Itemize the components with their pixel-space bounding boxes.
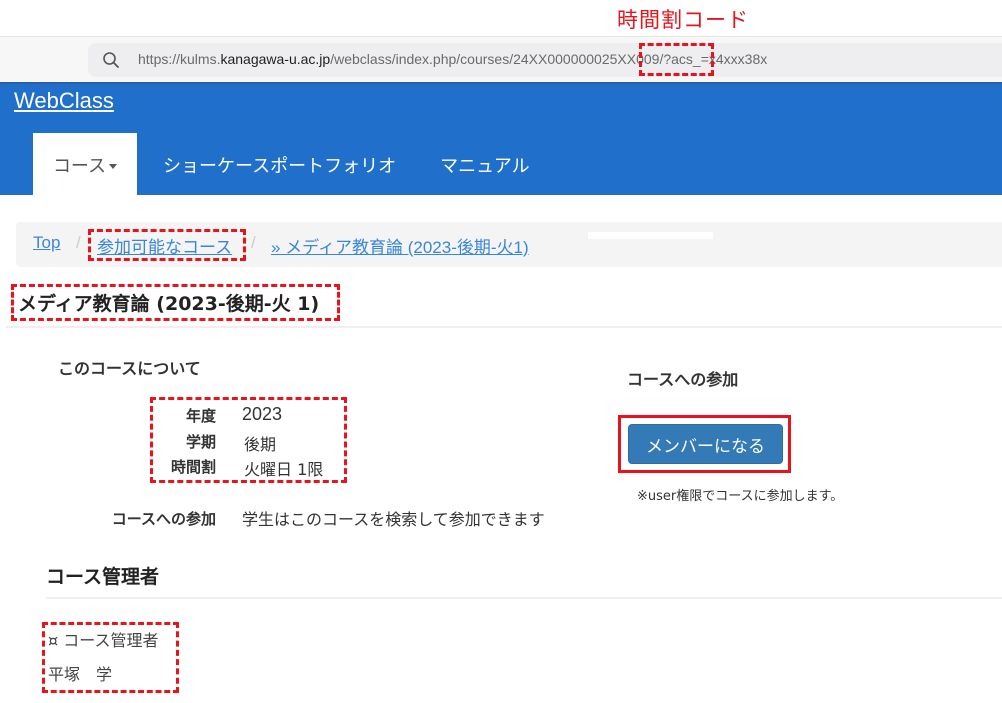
field-value-join: 学生はこのコースを検索して参加できます	[242, 510, 545, 529]
nav-item-manual[interactable]: マニュアル	[418, 133, 551, 197]
join-course-heading: コースへの参加	[627, 370, 739, 389]
breadcrumb-separator: /	[251, 233, 256, 252]
url-input[interactable]: https://kulms.kanagawa-u.ac.jp/webclass/…	[88, 43, 1002, 77]
course-admins-heading: コース管理者	[46, 566, 160, 588]
course-admin-name: 平塚 学	[48, 665, 113, 684]
nav-menu: コース ショーケースポートフォリオ マニュアル	[33, 133, 552, 197]
page-title: メディア教育論 (2023-後期-火 1)	[18, 293, 320, 315]
nav-item-label: ショーケースポートフォリオ	[163, 156, 397, 177]
brand-link[interactable]: WebClass	[14, 88, 114, 114]
divider	[46, 597, 1002, 599]
field-term-timetable: 時間割	[170, 458, 216, 476]
browser-address-bar: https://kulms.kanagawa-u.ac.jp/webclass/…	[0, 36, 1002, 82]
top-navbar: WebClass コース ショーケースポートフォリオ マニュアル	[0, 82, 1002, 197]
nav-item-course[interactable]: コース	[33, 133, 137, 197]
annotation-timetable-code-label: 時間割コード	[617, 8, 749, 32]
url-text: https://kulms.kanagawa-u.ac.jp/webclass/…	[138, 51, 767, 67]
course-admin-label: ¤ コース管理者	[48, 631, 159, 650]
nav-item-label: マニュアル	[440, 156, 530, 177]
url-path: /webclass/index.php/courses/24XX00000002…	[330, 51, 768, 67]
field-value-semester: 後期	[244, 435, 277, 454]
field-value-year: 2023	[242, 404, 283, 424]
breadcrumb-current-course[interactable]: » メディア教育論 (2023-後期-火1)	[271, 233, 529, 258]
divider	[6, 326, 1002, 328]
redacted-area	[588, 232, 713, 239]
search-icon	[103, 52, 119, 68]
breadcrumb-separator: /	[76, 233, 81, 252]
field-value-timetable: 火曜日 1限	[244, 460, 324, 479]
breadcrumb-available-courses[interactable]: 参加可能なコース	[97, 233, 232, 258]
url-host: kanagawa-u.ac.jp	[220, 51, 331, 67]
nav-item-showcase-portfolio[interactable]: ショーケースポートフォリオ	[137, 133, 418, 197]
field-term-join: コースへの参加	[111, 510, 216, 528]
breadcrumb: Top / 参加可能なコース / » メディア教育論 (2023-後期-火1)	[16, 222, 1002, 267]
field-term-semester: 学期	[185, 433, 216, 451]
nav-item-label: コース	[52, 156, 107, 177]
become-member-button[interactable]: メンバーになる	[628, 424, 783, 464]
caret-down-icon	[109, 164, 118, 169]
field-term-year: 年度	[185, 407, 216, 425]
join-note: ※user権限でコースに参加します。	[637, 489, 844, 504]
url-prefix: https://kulms.	[138, 51, 221, 67]
about-course-heading: このコースについて	[58, 359, 201, 378]
breadcrumb-top[interactable]: Top	[33, 233, 60, 253]
